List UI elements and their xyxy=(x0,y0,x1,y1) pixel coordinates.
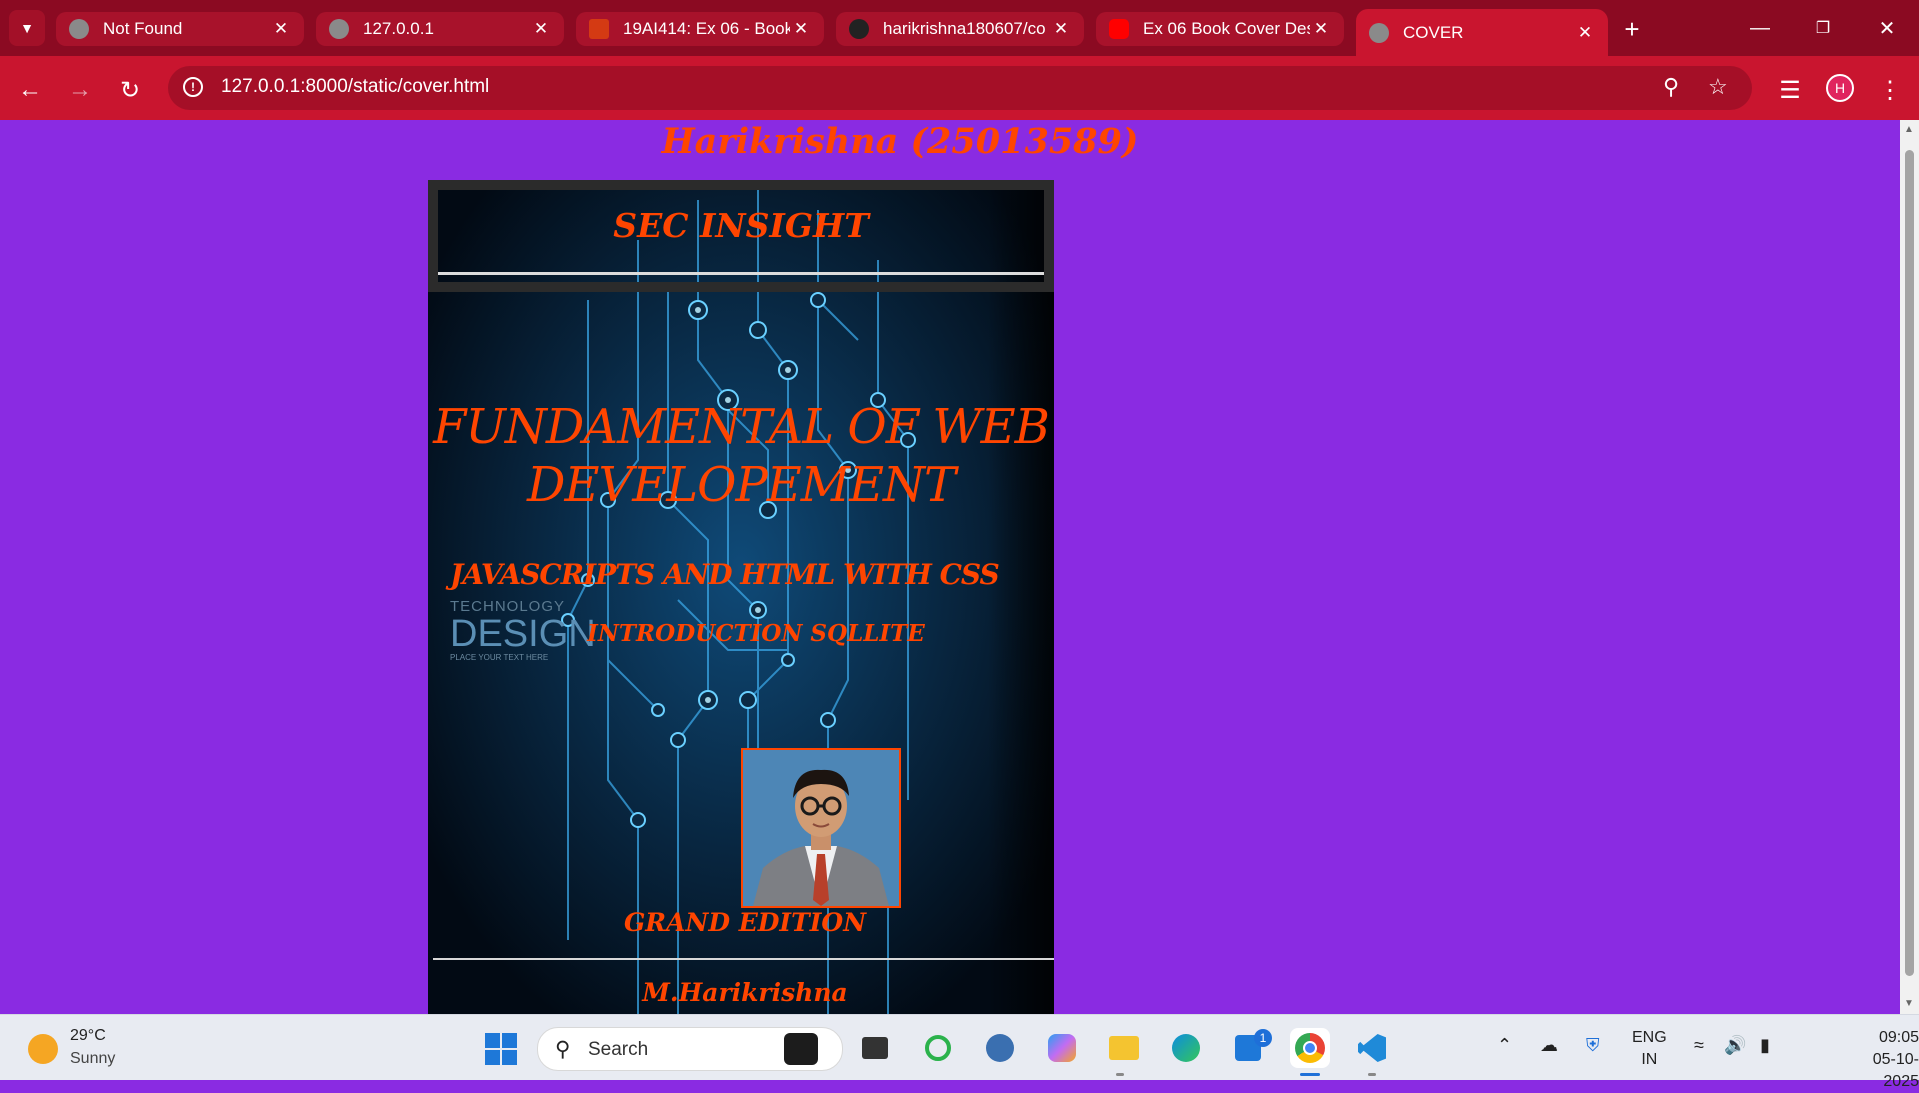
windows-taskbar: 29°C Sunny ⚲ Search 1 ⌃ ☁ ⛨ ENG IN ≈ 🔊 ▮… xyxy=(0,1014,1919,1090)
language-indicator[interactable]: ENG IN xyxy=(1632,1027,1667,1071)
new-tab-button[interactable]: + xyxy=(1614,12,1650,46)
copilot-ring-icon[interactable] xyxy=(918,1028,958,1068)
restore-button[interactable]: ❐ xyxy=(1792,0,1854,56)
close-icon[interactable]: ✕ xyxy=(270,19,292,39)
search-icon: ⚲ xyxy=(555,1038,571,1061)
search-placeholder: Search xyxy=(588,1039,649,1060)
media-control-icon[interactable]: ☰ xyxy=(1772,72,1808,108)
minimize-button[interactable]: — xyxy=(1729,0,1791,56)
weather-sun-icon[interactable] xyxy=(28,1034,58,1064)
tab-youtube[interactable]: Ex 06 Book Cover Des ✕ xyxy=(1096,12,1344,46)
tab-cover[interactable]: COVER ✕ xyxy=(1356,9,1608,56)
chrome-icon[interactable] xyxy=(1290,1028,1330,1068)
tab-title: 127.0.0.1 xyxy=(363,19,434,38)
tab-search-button[interactable]: ▼ xyxy=(9,10,45,46)
vertical-scrollbar[interactable]: ▲ ▼ xyxy=(1900,120,1919,1014)
globe-icon xyxy=(69,19,89,39)
tab-github[interactable]: harikrishna180607/co ✕ xyxy=(836,12,1084,46)
region-code: IN xyxy=(1641,1051,1658,1068)
volume-icon[interactable]: 🔊 xyxy=(1724,1035,1746,1056)
security-shield-icon[interactable]: ⛨ xyxy=(1586,1035,1600,1056)
header-divider xyxy=(438,272,1044,275)
system-clock[interactable]: 09:05 05-10-2025 xyxy=(1846,1027,1919,1093)
task-view-icon[interactable] xyxy=(855,1028,895,1068)
windows-logo-tile xyxy=(485,1050,500,1065)
clock-date: 05-10-2025 xyxy=(1872,1051,1919,1090)
person-portrait-image xyxy=(743,750,899,906)
taskbar-search[interactable]: ⚲ Search xyxy=(537,1027,843,1071)
url-text[interactable]: 127.0.0.1:8000/static/cover.html xyxy=(221,76,489,98)
tab-strip: ▼ Not Found ✕ 127.0.0.1 ✕ 19AI414: Ex 06… xyxy=(0,0,1919,56)
web-page: Harikrishna (25013589) SEC INSIGHT FUNDA… xyxy=(0,120,1900,1014)
cover-subtitle-1: JAVASCRIPTS AND HTML WITH CSS xyxy=(450,558,1000,591)
info-icon[interactable]: ! xyxy=(183,77,203,97)
store-notification-badge: 1 xyxy=(1254,1029,1272,1047)
weather-temperature[interactable]: 29°C xyxy=(70,1027,106,1045)
app-running-indicator xyxy=(1368,1073,1376,1076)
footer-divider xyxy=(433,958,1054,960)
search-highlight-icon xyxy=(784,1033,818,1065)
vscode-icon[interactable] xyxy=(1352,1028,1392,1068)
tab-title: harikrishna180607/co xyxy=(883,19,1046,38)
windows-logo-tile xyxy=(485,1033,500,1048)
tab-title: 19AI414: Ex 06 - Book xyxy=(623,19,790,38)
globe-icon xyxy=(1369,22,1389,43)
show-hidden-icons-chevron-icon[interactable]: ⌃ xyxy=(1497,1035,1512,1056)
more-menu-icon[interactable]: ⋮ xyxy=(1872,72,1908,108)
bookmark-star-icon[interactable]: ☆ xyxy=(1708,74,1728,100)
copilot-icon[interactable] xyxy=(1042,1028,1082,1068)
language-code: ENG xyxy=(1632,1029,1667,1046)
profile-avatar[interactable]: H xyxy=(1826,74,1854,102)
tab-title: Ex 06 Book Cover Des xyxy=(1143,19,1310,38)
cover-main-title: FUNDAMENTAL OF WEB DEVELOPEMENT xyxy=(428,398,1054,514)
moodle-icon xyxy=(589,19,609,39)
close-icon[interactable]: ✕ xyxy=(790,19,812,39)
globe-icon xyxy=(329,19,349,39)
windows-logo-tile xyxy=(502,1050,517,1065)
cover-subtitle-2: INTRODUCTION SQLLITE xyxy=(587,620,925,647)
scroll-up-arrow-icon[interactable]: ▲ xyxy=(1904,124,1914,135)
app-active-indicator xyxy=(1300,1073,1320,1076)
address-bar[interactable]: ! 127.0.0.1:8000/static/cover.html ⚲ ☆ xyxy=(168,66,1752,110)
tab-moodle[interactable]: 19AI414: Ex 06 - Book ✕ xyxy=(576,12,824,46)
close-icon[interactable]: ✕ xyxy=(530,19,552,39)
start-button[interactable] xyxy=(485,1033,517,1065)
close-icon[interactable]: ✕ xyxy=(1050,19,1072,39)
close-icon[interactable]: ✕ xyxy=(1574,23,1596,43)
scrollbar-thumb[interactable] xyxy=(1905,150,1914,976)
reload-button[interactable]: ↻ xyxy=(112,72,148,108)
tab-not-found[interactable]: Not Found ✕ xyxy=(56,12,304,46)
author-photo xyxy=(741,748,901,908)
youtube-icon xyxy=(1109,19,1129,39)
tab-title: Not Found xyxy=(103,19,183,38)
page-heading: Harikrishna (25013589) xyxy=(661,121,1139,162)
file-explorer-icon[interactable] xyxy=(1104,1028,1144,1068)
close-icon[interactable]: ✕ xyxy=(1310,19,1332,39)
forward-button[interactable]: → xyxy=(62,72,98,108)
edge-icon[interactable] xyxy=(1166,1028,1206,1068)
tab-127[interactable]: 127.0.0.1 ✕ xyxy=(316,12,564,46)
main-title-line-2: DEVELOPEMENT xyxy=(527,457,956,513)
browser-app-icon[interactable] xyxy=(980,1028,1020,1068)
cover-header-title: SEC INSIGHT xyxy=(613,206,869,245)
cover-edition: GRAND EDITION xyxy=(623,908,867,937)
cover-author: M.Harikrishna xyxy=(642,978,848,1007)
clock-time: 09:05 xyxy=(1878,1029,1919,1046)
tab-title: COVER xyxy=(1403,22,1464,42)
weather-description[interactable]: Sunny xyxy=(70,1050,115,1068)
zoom-icon[interactable]: ⚲ xyxy=(1663,74,1679,100)
main-title-line-1: FUNDAMENTAL OF WEB xyxy=(433,399,1050,455)
back-button[interactable]: ← xyxy=(12,72,48,108)
windows-logo-tile xyxy=(502,1033,517,1048)
github-icon xyxy=(849,19,869,39)
app-running-indicator xyxy=(1116,1073,1124,1076)
wifi-icon[interactable]: ≈ xyxy=(1694,1035,1704,1056)
battery-icon[interactable]: ▮ xyxy=(1760,1035,1770,1056)
onedrive-icon[interactable]: ☁ xyxy=(1540,1035,1558,1056)
scroll-down-arrow-icon[interactable]: ▼ xyxy=(1904,998,1914,1009)
close-window-button[interactable]: ✕ xyxy=(1856,0,1918,56)
book-cover: SEC INSIGHT FUNDAMENTAL OF WEB DEVELOPEM… xyxy=(428,180,1054,1014)
